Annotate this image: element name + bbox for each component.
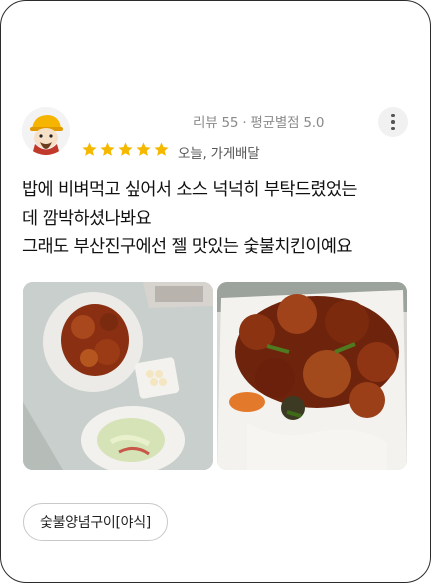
review-date-delivery: 오늘, 가게배달	[178, 146, 260, 162]
review-stats: 리뷰 55 · 평균별점 5.0	[193, 111, 324, 131]
star-icon	[118, 142, 133, 156]
chicken-plate-photo-icon	[23, 282, 213, 470]
avatar[interactable]	[22, 107, 70, 155]
avatar-illustration-icon	[22, 107, 70, 155]
star-icon	[100, 142, 115, 156]
review-card: 리뷰 55 · 평균별점 5.0 오늘, 가게배달 밥에 비벼먹고 싶어서 소스 넉…	[0, 0, 431, 583]
review-photo-1[interactable]	[23, 282, 213, 470]
menu-tag[interactable]: 숯불양념구이[야식]	[23, 503, 168, 541]
review-photo-2[interactable]	[217, 282, 407, 470]
rating-stars	[81, 141, 170, 158]
average-rating: 평균별점 5.0	[250, 115, 325, 131]
chicken-box-photo-icon	[217, 282, 407, 470]
review-text-line: 데 깜박하셨나봐요	[22, 208, 152, 229]
star-icon	[154, 142, 169, 156]
review-text-line: 그래도 부산진구에선 젤 맛있는 숯불치킨이예요	[22, 237, 352, 257]
review-text: 밥에 비벼먹고 싶어서 소스 넉넉히 부탁드렸었는데 깜박하셨나봐요그래도 부산…	[22, 176, 417, 262]
star-icon	[136, 142, 151, 156]
review-count: 리뷰 55	[193, 115, 239, 131]
more-options-button[interactable]	[378, 107, 408, 137]
review-text-line: 밥에 비벼먹고 싶어서 소스 넉넉히 부탁드렸었는	[22, 180, 357, 200]
more-vertical-icon	[391, 113, 395, 131]
stats-separator: ·	[242, 115, 247, 131]
star-icon	[82, 142, 97, 156]
